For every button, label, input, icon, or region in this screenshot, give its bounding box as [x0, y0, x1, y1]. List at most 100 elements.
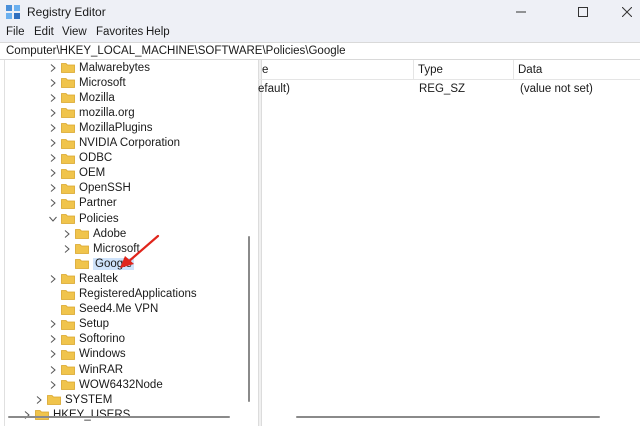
tree-item[interactable]: OEM: [48, 166, 105, 181]
list-horizontal-scroll-thumb[interactable]: [296, 416, 600, 418]
tree-item-label: Setup: [79, 318, 110, 331]
menu-file[interactable]: File: [6, 26, 25, 38]
folder-icon: [61, 92, 75, 104]
chevron-right-icon[interactable]: [48, 75, 58, 90]
tree-item-label: Malwarebytes: [79, 61, 150, 74]
tree-item-label: WOW6432Node: [79, 378, 163, 391]
tree-item[interactable]: Windows: [48, 347, 126, 362]
maximize-button[interactable]: [560, 0, 606, 24]
chevron-right-icon[interactable]: [48, 271, 58, 286]
tree-item-label: Microsoft: [79, 76, 126, 89]
folder-icon: [47, 394, 61, 406]
chevron-right-icon[interactable]: [48, 60, 58, 75]
tree-item[interactable]: NVIDIA Corporation: [48, 136, 180, 151]
tree-item-label: ODBC: [79, 152, 113, 165]
address-bar[interactable]: Computer\HKEY_LOCAL_MACHINE\SOFTWARE\Pol…: [0, 42, 640, 60]
chevron-right-icon[interactable]: [62, 226, 72, 241]
tree-item-label: HKEY_USERS: [53, 408, 131, 421]
values-list: e Type Data efault) REG_SZ (value not se…: [258, 60, 640, 426]
tree-item[interactable]: Adobe: [62, 226, 126, 241]
chevron-right-icon[interactable]: [62, 241, 72, 256]
column-header-type[interactable]: Type: [414, 60, 514, 80]
tree-horizontal-scroll-thumb[interactable]: [8, 416, 230, 418]
chevron-right-icon[interactable]: [48, 90, 58, 105]
column-header-data-label: Data: [518, 63, 543, 76]
column-header-name[interactable]: e: [258, 60, 414, 80]
tree-item[interactable]: Malwarebytes: [48, 60, 150, 75]
chevron-down-icon[interactable]: [48, 211, 58, 226]
tree-item-label: Partner: [79, 197, 117, 210]
chevron-right-icon[interactable]: [48, 181, 58, 196]
chevron-right-icon[interactable]: [48, 317, 58, 332]
tree-item[interactable]: RegisteredApplications: [48, 287, 197, 302]
tree-item-label: Realtek: [79, 272, 118, 285]
chevron-right-icon[interactable]: [22, 407, 32, 422]
folder-icon: [75, 258, 89, 270]
chevron-right-icon[interactable]: [48, 120, 58, 135]
folder-icon: [61, 183, 75, 194]
tree-item-label: Mozilla: [79, 91, 115, 104]
tree-item[interactable]: WOW6432Node: [48, 377, 163, 392]
tree-item[interactable]: Partner: [48, 196, 117, 211]
chevron-right-icon[interactable]: [48, 332, 58, 347]
tree-item-label: Policies: [79, 212, 119, 225]
folder-icon: [61, 62, 75, 73]
chevron-right-icon[interactable]: [48, 347, 58, 362]
maximize-icon: [578, 7, 588, 17]
tree-item-label: Softorino: [79, 333, 126, 346]
tree-item[interactable]: MozillaPlugins: [48, 120, 153, 135]
tree-item[interactable]: Policies: [48, 211, 119, 226]
tree-item-label: OpenSSH: [79, 182, 131, 195]
folder-icon: [61, 138, 75, 149]
menu-favorites[interactable]: Favorites: [96, 26, 143, 38]
title-bar: Registry Editor: [0, 0, 640, 24]
value-data: (value not set): [520, 83, 593, 95]
tree-item[interactable]: WinRAR: [48, 362, 123, 377]
tree-item-label: SYSTEM: [65, 393, 113, 406]
tree-item[interactable]: Softorino: [48, 332, 125, 347]
menu-view[interactable]: View: [62, 26, 87, 38]
tree-item[interactable]: OpenSSH: [48, 181, 131, 196]
chevron-right-icon[interactable]: [48, 196, 58, 211]
tree-item[interactable]: SYSTEM: [34, 392, 112, 407]
folder-icon: [61, 122, 75, 134]
tree-item[interactable]: Setup: [48, 317, 109, 332]
chevron-right-icon[interactable]: [48, 105, 58, 120]
value-name[interactable]: efault): [258, 83, 290, 95]
tree-item[interactable]: mozilla.org: [48, 105, 135, 120]
tree-item-label: Windows: [79, 348, 126, 361]
tree-item-label: OEM: [79, 167, 106, 180]
tree-item[interactable]: Realtek: [48, 271, 118, 286]
tree-item-label: WinRAR: [79, 363, 124, 376]
menu-help[interactable]: Help: [146, 26, 170, 38]
minimize-button[interactable]: [498, 0, 544, 24]
tree-item[interactable]: Seed4.Me VPN: [48, 302, 158, 317]
tree-item[interactable]: Microsoft: [48, 75, 126, 90]
column-header-data[interactable]: Data: [514, 60, 640, 80]
tree-item[interactable]: HKEY_USERS: [22, 407, 130, 422]
chevron-right-icon[interactable]: [48, 377, 58, 392]
tree-item[interactable]: Mozilla: [48, 90, 115, 105]
tree-item-label: MozillaPlugins: [79, 121, 153, 134]
value-type: REG_SZ: [419, 83, 466, 95]
folder-icon: [61, 289, 75, 300]
tree-vertical-scroll-thumb[interactable]: [248, 236, 250, 402]
tree-item[interactable]: ODBC: [48, 151, 112, 166]
tree-border: [4, 60, 5, 426]
chevron-right-icon[interactable]: [48, 151, 58, 166]
chevron-right-icon[interactable]: [48, 166, 58, 181]
menu-edit[interactable]: Edit: [34, 26, 54, 38]
menu-bar: File Edit View Favorites Help: [0, 24, 640, 42]
close-button[interactable]: [604, 0, 640, 24]
folder-icon: [75, 243, 89, 255]
chevron-right-icon[interactable]: [48, 362, 58, 377]
folder-icon: [61, 107, 75, 119]
folder-icon: [61, 168, 75, 179]
chevron-right-icon[interactable]: [34, 392, 44, 407]
chevron-right-icon[interactable]: [48, 136, 58, 151]
folder-icon: [61, 379, 75, 390]
registry-editor-icon: [6, 5, 20, 19]
